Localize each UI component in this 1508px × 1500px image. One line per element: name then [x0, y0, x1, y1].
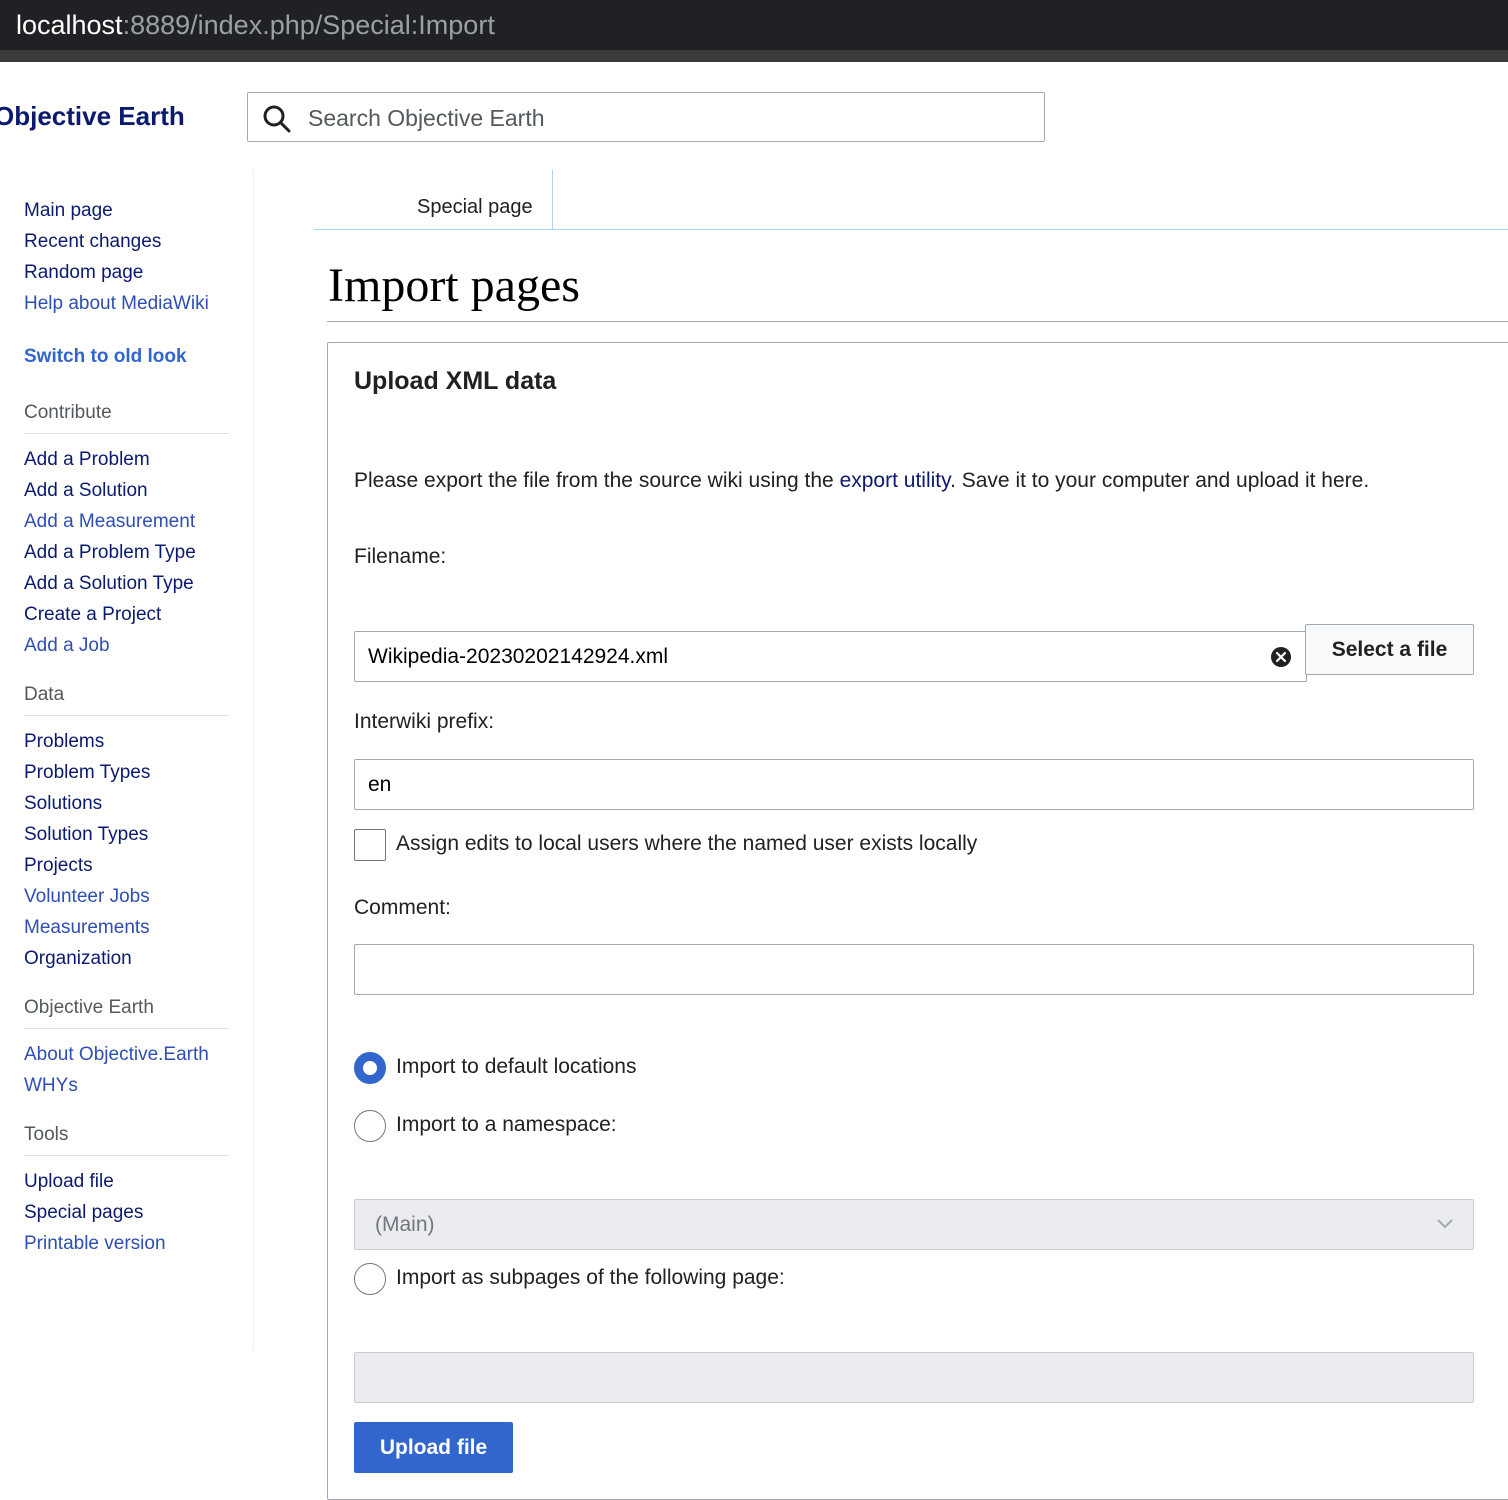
tabs-underline	[314, 229, 1508, 230]
sidebar-divider	[253, 170, 254, 1350]
tab-special-page-label: Special page	[417, 196, 533, 218]
sidebar-item-add-measurement[interactable]: Add a Measurement	[24, 506, 234, 537]
upload-xml-fieldset	[327, 342, 1508, 1500]
interwiki-prefix-field[interactable]: en	[354, 759, 1474, 810]
intro-text-after: . Save it to your computer and upload it…	[950, 469, 1370, 492]
sidebar-item-organization[interactable]: Organization	[24, 943, 234, 974]
fieldset-legend: Upload XML data	[354, 367, 557, 395]
sidebar-heading-data: Data	[24, 683, 229, 716]
sidebar-heading-tools: Tools	[24, 1123, 229, 1156]
sidebar-item-add-problem-type[interactable]: Add a Problem Type	[24, 537, 234, 568]
search-icon	[263, 105, 291, 133]
intro-text: Please export the file from the source w…	[354, 469, 1369, 493]
sidebar-item-main-page[interactable]: Main page	[24, 195, 234, 226]
assign-edits-label[interactable]: Assign edits to local users where the na…	[396, 832, 977, 856]
page-title: Import pages	[328, 259, 580, 312]
assign-edits-checkbox[interactable]	[354, 829, 386, 861]
upload-file-button[interactable]: Upload file	[354, 1422, 513, 1473]
page-tabs: Special page	[314, 170, 1508, 230]
sidebar-item-add-problem[interactable]: Add a Problem	[24, 444, 234, 475]
sidebar-heading-objective-earth: Objective Earth	[24, 996, 229, 1029]
filename-field[interactable]: Wikipedia-20230202142924.xml	[354, 631, 1307, 682]
search-input[interactable]	[306, 93, 1030, 143]
sidebar-item-create-project[interactable]: Create a Project	[24, 599, 234, 630]
filename-label: Filename:	[354, 545, 447, 568]
radio-import-subpages-label[interactable]: Import as subpages of the following page…	[396, 1266, 785, 1290]
sidebar-item-random-page[interactable]: Random page	[24, 257, 234, 288]
export-utility-link[interactable]: export utility	[840, 469, 951, 492]
radio-import-subpages[interactable]	[354, 1263, 386, 1295]
sidebar-item-printable-version[interactable]: Printable version	[24, 1228, 234, 1259]
subpage-root-field[interactable]	[354, 1352, 1474, 1403]
namespace-select[interactable]: (Main)	[354, 1199, 1474, 1250]
sidebar-item-help[interactable]: Help about MediaWiki	[24, 288, 234, 319]
sidebar-item-solution-types[interactable]: Solution Types	[24, 819, 234, 850]
title-divider	[327, 321, 1508, 322]
radio-import-namespace-label[interactable]: Import to a namespace:	[396, 1113, 617, 1137]
tab-special-page[interactable]: Special page	[404, 170, 553, 229]
sidebar-item-recent-changes[interactable]: Recent changes	[24, 226, 234, 257]
interwiki-prefix-label: Interwiki prefix:	[354, 710, 495, 733]
sidebar-item-add-solution-type[interactable]: Add a Solution Type	[24, 568, 234, 599]
sidebar: Main page Recent changes Random page Hel…	[24, 195, 234, 1259]
sidebar-heading-contribute: Contribute	[24, 401, 229, 434]
intro-text-before: Please export the file from the source w…	[354, 469, 840, 492]
sidebar-item-measurements[interactable]: Measurements	[24, 912, 234, 943]
sidebar-item-add-solution[interactable]: Add a Solution	[24, 475, 234, 506]
sidebar-item-special-pages[interactable]: Special pages	[24, 1197, 234, 1228]
sidebar-item-add-job[interactable]: Add a Job	[24, 630, 234, 661]
chevron-down-icon	[1437, 1219, 1453, 1229]
radio-import-namespace[interactable]	[354, 1110, 386, 1142]
search-box[interactable]	[247, 92, 1045, 143]
comment-field[interactable]	[354, 944, 1474, 995]
browser-url-bar[interactable]: localhost:8889/index.php/Special:Import	[0, 0, 1508, 50]
namespace-selected-value: (Main)	[375, 1213, 435, 1236]
switch-to-old-look-link[interactable]: Switch to old look	[24, 341, 234, 372]
sidebar-item-problems[interactable]: Problems	[24, 726, 234, 757]
sidebar-item-projects[interactable]: Projects	[24, 850, 234, 881]
sidebar-item-about[interactable]: About Objective.Earth	[24, 1039, 234, 1070]
radio-import-default-label[interactable]: Import to default locations	[396, 1055, 636, 1079]
url-path: :8889/index.php/Special:Import	[122, 10, 495, 40]
url-text[interactable]: localhost:8889/index.php/Special:Import	[16, 8, 495, 42]
clear-file-icon[interactable]	[1270, 646, 1292, 668]
sidebar-item-solutions[interactable]: Solutions	[24, 788, 234, 819]
sidebar-item-volunteer-jobs[interactable]: Volunteer Jobs	[24, 881, 234, 912]
radio-import-default[interactable]	[354, 1052, 386, 1084]
site-logo-wordmark[interactable]: Objective Earth	[0, 101, 185, 132]
select-file-button[interactable]: Select a file	[1305, 624, 1474, 675]
browser-toolbar-edge	[0, 50, 1508, 62]
sidebar-item-upload-file[interactable]: Upload file	[24, 1166, 234, 1197]
sidebar-item-whys[interactable]: WHYs	[24, 1070, 234, 1101]
sidebar-item-problem-types[interactable]: Problem Types	[24, 757, 234, 788]
url-host: localhost	[16, 10, 123, 40]
comment-label: Comment:	[354, 896, 451, 919]
